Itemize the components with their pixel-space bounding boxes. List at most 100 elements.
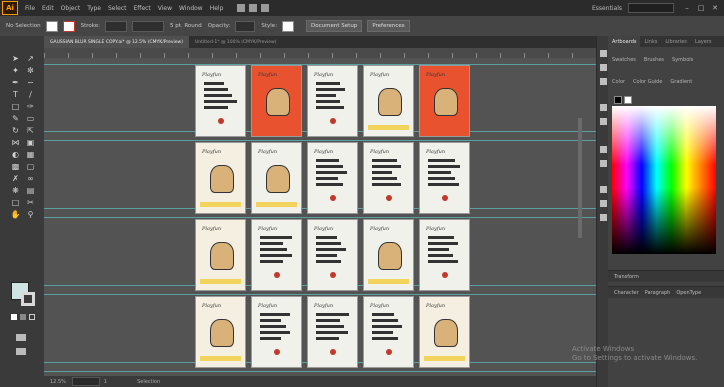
artboard-tool-icon[interactable]: □ <box>10 198 21 207</box>
screen-mode-icon[interactable] <box>16 348 26 355</box>
artboard[interactable]: Playfun <box>363 142 414 214</box>
type-tool-icon[interactable]: T <box>10 90 21 99</box>
none-mode-icon[interactable] <box>29 314 35 320</box>
brush-label[interactable]: 5 pt. Round <box>170 23 202 29</box>
close-icon[interactable]: ✕ <box>710 4 720 12</box>
artboard[interactable]: Playfun <box>307 142 358 214</box>
gradient-mode-icon[interactable] <box>20 314 26 320</box>
artboard-navigator[interactable] <box>71 377 100 386</box>
stroke-color-swatch[interactable] <box>21 292 35 306</box>
tab-color[interactable]: Color <box>608 79 629 85</box>
mesh-tool-icon[interactable]: ▩ <box>10 162 21 171</box>
layers-icon[interactable] <box>600 78 607 85</box>
bridge-icon[interactable] <box>237 4 246 12</box>
maximize-icon[interactable]: □ <box>696 4 706 12</box>
artboard[interactable]: Playfun <box>195 65 246 137</box>
opacity-field[interactable] <box>235 20 256 32</box>
artboard[interactable]: Playfun <box>195 219 246 291</box>
menu-view[interactable]: View <box>158 5 172 12</box>
style-swatch[interactable] <box>282 20 295 32</box>
pen-tool-icon[interactable]: ✒ <box>10 78 21 87</box>
menu-effect[interactable]: Effect <box>134 5 151 12</box>
shape-builder-tool-icon[interactable]: ◐ <box>10 150 21 159</box>
menu-type[interactable]: Type <box>87 5 101 12</box>
hand-tool-icon[interactable]: ✋ <box>10 210 21 219</box>
symbols-icon[interactable] <box>600 160 607 167</box>
vertical-scrollbar[interactable] <box>578 118 582 238</box>
artboard[interactable]: Playfun <box>419 219 470 291</box>
artboard[interactable]: Playfun <box>307 219 358 291</box>
fill-stroke-control[interactable] <box>11 282 37 308</box>
artboard[interactable]: Playfun <box>251 65 302 137</box>
artboard[interactable]: Playfun <box>251 219 302 291</box>
arrange-docs-icon[interactable] <box>261 4 270 12</box>
eyedropper-tool-icon[interactable]: ✗ <box>10 174 21 183</box>
menu-file[interactable]: File <box>25 5 35 12</box>
search-input[interactable] <box>628 3 674 13</box>
width-tool-icon[interactable]: ⋈ <box>10 138 21 147</box>
libraries-icon[interactable] <box>600 64 607 71</box>
black-chip[interactable] <box>614 96 622 104</box>
zoom-value[interactable]: 12.5% <box>50 379 66 385</box>
line-tool-icon[interactable]: ∕ <box>25 90 36 99</box>
document-setup-button[interactable]: Document Setup <box>306 20 363 32</box>
artboard[interactable]: Playfun <box>419 142 470 214</box>
artboard[interactable]: Playfun <box>363 219 414 291</box>
artboard[interactable]: Playfun <box>251 296 302 368</box>
symbol-sprayer-tool-icon[interactable]: ❋ <box>10 186 21 195</box>
rotate-tool-icon[interactable]: ↻ <box>10 126 21 135</box>
canvas-area[interactable]: Playfun Playfun Playfun Playfun Playfun Playf… <box>44 58 596 376</box>
direct-selection-tool-icon[interactable]: ↗ <box>25 54 36 63</box>
menu-edit[interactable]: Edit <box>42 5 54 12</box>
tab-links[interactable]: Links <box>640 39 661 45</box>
menu-window[interactable]: Window <box>179 5 203 12</box>
minimize-icon[interactable]: – <box>682 4 692 12</box>
artboard[interactable]: Playfun <box>419 65 470 137</box>
artboard[interactable]: Playfun <box>307 296 358 368</box>
curvature-tool-icon[interactable]: ∽ <box>25 78 36 87</box>
stroke-weight-field[interactable] <box>104 20 127 32</box>
graph-tool-icon[interactable]: ▤ <box>25 186 36 195</box>
magic-wand-tool-icon[interactable]: ✦ <box>10 66 21 75</box>
artboard[interactable]: Playfun <box>419 296 470 368</box>
tab-brushes[interactable]: Brushes <box>640 57 668 63</box>
white-chip[interactable] <box>624 96 632 104</box>
draw-mode-icon[interactable] <box>16 334 26 341</box>
menu-help[interactable]: Help <box>210 5 224 12</box>
blend-tool-icon[interactable]: ∞ <box>25 174 36 183</box>
opentype-label[interactable]: OpenType <box>676 290 701 296</box>
artboard[interactable]: Playfun <box>363 65 414 137</box>
tab-document-untitled[interactable]: Untitled-1* @ 100% (CMYK/Preview) <box>189 36 282 48</box>
menu-select[interactable]: Select <box>108 5 127 12</box>
character-section[interactable]: Character Paragraph OpenType <box>608 286 724 298</box>
stock-icon[interactable] <box>249 4 258 12</box>
fill-swatch[interactable] <box>45 20 58 32</box>
stroke-swatch[interactable] <box>62 20 75 32</box>
artboard[interactable]: Playfun <box>195 142 246 214</box>
selection-tool-icon[interactable]: ➤ <box>10 54 21 63</box>
artboard[interactable]: Playfun <box>251 142 302 214</box>
transform-section[interactable]: Transform <box>608 270 724 282</box>
eraser-tool-icon[interactable]: ▭ <box>25 114 36 123</box>
preferences-button[interactable]: Preferences <box>367 20 410 32</box>
color-spectrum[interactable] <box>612 106 716 254</box>
brushes-icon[interactable] <box>600 146 607 153</box>
tab-artboards[interactable]: Artboards <box>608 36 641 47</box>
lasso-tool-icon[interactable]: ✼ <box>25 66 36 75</box>
color-icon[interactable] <box>600 104 607 111</box>
pencil-tool-icon[interactable]: ✎ <box>10 114 21 123</box>
menu-object[interactable]: Object <box>61 5 81 12</box>
free-transform-tool-icon[interactable]: ▣ <box>25 138 36 147</box>
gradient-icon[interactable] <box>600 200 607 207</box>
slice-tool-icon[interactable]: ✂ <box>25 198 36 207</box>
swatches-icon[interactable] <box>600 118 607 125</box>
rectangle-tool-icon[interactable]: □ <box>10 102 21 111</box>
scale-tool-icon[interactable]: ⇱ <box>25 126 36 135</box>
tab-symbols[interactable]: Symbols <box>668 57 697 63</box>
artboard[interactable]: Playfun <box>195 296 246 368</box>
zoom-tool-icon[interactable]: ⚲ <box>25 210 36 219</box>
gradient-tool-icon[interactable]: ▢ <box>25 162 36 171</box>
tab-layers[interactable]: Layers <box>691 39 716 45</box>
color-mode-icon[interactable] <box>11 314 17 320</box>
variable-width-field[interactable] <box>131 20 164 32</box>
